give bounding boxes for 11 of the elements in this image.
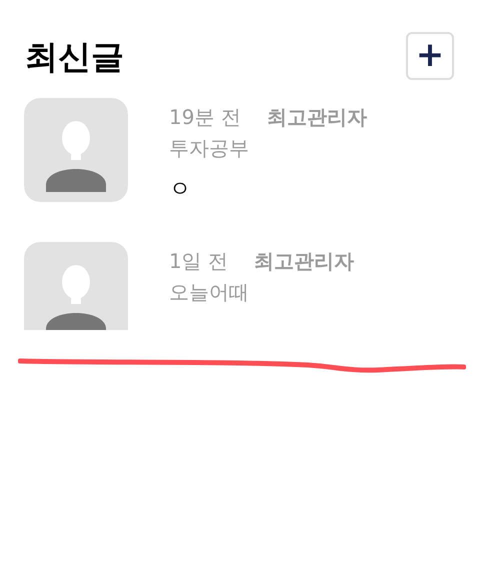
add-button[interactable]: + (406, 32, 454, 80)
post-time: 19분 전 (169, 104, 241, 131)
post-text: ㅇ (169, 176, 192, 204)
author-name: 최고관리자 (254, 248, 354, 275)
post-category: 오늘어때 (169, 279, 250, 306)
section-title: 최신글 (25, 40, 124, 72)
avatar-icon (24, 98, 128, 202)
post-time: 1일 전 (169, 248, 228, 275)
post-category: 투자공부 (169, 135, 250, 162)
author-name: 최고관리자 (266, 104, 367, 131)
avatar-icon (24, 242, 128, 330)
